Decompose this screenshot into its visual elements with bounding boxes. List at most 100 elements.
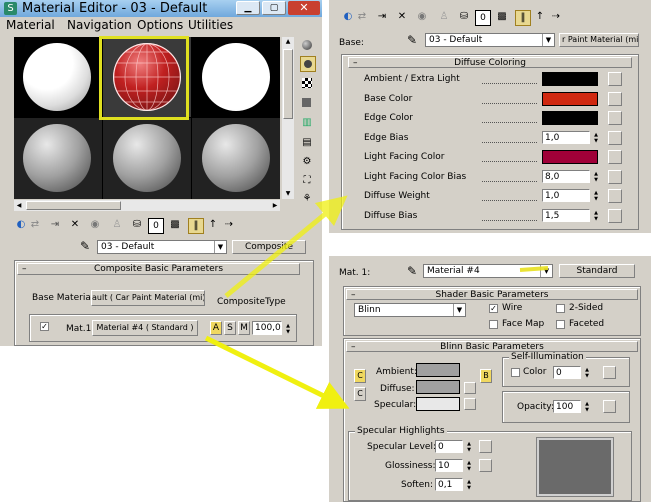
self-illum-map-button[interactable] <box>603 366 616 379</box>
param-map-button[interactable] <box>608 130 622 145</box>
select-by-material-icon[interactable]: ⛶ <box>300 174 314 188</box>
standard-type-button[interactable]: Standard <box>559 264 635 278</box>
get-material-icon[interactable]: ◐ <box>14 218 28 232</box>
get-material-icon[interactable]: ◐ <box>341 10 355 24</box>
param-color-swatch[interactable] <box>542 150 598 164</box>
mat-name-field[interactable]: Material #4 ▼ <box>423 264 553 278</box>
param-map-button[interactable] <box>608 189 622 203</box>
glossiness-value[interactable]: 10 <box>435 459 463 472</box>
param-map-button[interactable] <box>608 91 622 106</box>
spec-level-map-button[interactable] <box>479 440 492 453</box>
go-forward-sibling-icon[interactable]: ⇢ <box>222 218 236 232</box>
spinner-arrows-icon[interactable]: ▲ ▼ <box>465 460 473 472</box>
menu-navigation[interactable]: Navigation <box>67 17 132 33</box>
reset-map-icon[interactable]: ✕ <box>68 218 82 232</box>
minimize-button[interactable]: ▁ <box>236 1 260 15</box>
close-button[interactable]: ✕ <box>288 1 320 15</box>
reset-map-icon[interactable]: ✕ <box>395 10 409 24</box>
param-value-field[interactable]: 1,0 <box>542 189 590 202</box>
param-value-field[interactable]: 1,0 <box>542 130 590 144</box>
car-paint-type-button[interactable]: r Paint Material (mi) <box>559 33 639 47</box>
scroll-down-arrow[interactable]: ▼ <box>282 189 294 199</box>
opacity-map-button[interactable] <box>603 400 616 413</box>
lock-ambient-diffuse-button[interactable]: C <box>354 369 366 383</box>
background-checker-icon[interactable] <box>302 78 312 88</box>
menu-options[interactable]: Options <box>137 17 183 33</box>
go-to-parent-icon[interactable]: ↑ <box>533 10 547 24</box>
self-illum-value[interactable]: 0 <box>553 366 581 379</box>
glossiness-map-button[interactable] <box>479 459 492 472</box>
spinner-arrows-icon[interactable]: ▲ ▼ <box>592 171 600 183</box>
show-map-icon[interactable]: ▩ <box>168 218 182 232</box>
material-id-icon[interactable]: 0 <box>148 218 164 234</box>
mat1-button[interactable]: Material #4 ( Standard ) <box>92 320 198 336</box>
sample-slot-5[interactable] <box>103 118 191 199</box>
spinner-arrows-icon[interactable]: ▲ ▼ <box>592 132 600 144</box>
pick-material-icon[interactable]: ✎ <box>80 240 90 252</box>
spec-level-value[interactable]: 0 <box>435 440 463 453</box>
face-map-checkbox[interactable] <box>489 320 498 329</box>
specular-map-button[interactable] <box>464 398 476 410</box>
shader-dropdown[interactable]: Blinn ▼ <box>354 303 466 317</box>
param-color-swatch[interactable] <box>542 72 598 86</box>
diffuse-swatch[interactable] <box>416 380 460 394</box>
material-type-button[interactable]: Composite <box>232 240 306 254</box>
blinn-params-header[interactable]: – Blinn Basic Parameters <box>346 341 638 352</box>
make-unique-icon[interactable]: ♙ <box>437 10 451 24</box>
vertical-scrollbar[interactable]: ▲ ▼ <box>282 37 294 199</box>
copy-material-icon[interactable]: ◉ <box>415 10 429 24</box>
base-name-field[interactable]: 03 - Default ▼ <box>425 33 555 47</box>
h-scroll-thumb[interactable] <box>26 201 121 210</box>
sample-slot-6[interactable] <box>192 118 280 199</box>
shader-params-header[interactable]: – Shader Basic Parameters <box>346 289 638 300</box>
make-preview-icon[interactable]: ▤ <box>300 136 314 150</box>
param-map-button[interactable] <box>608 150 622 164</box>
menu-utilities[interactable]: Utilities <box>188 17 233 33</box>
go-to-parent-icon[interactable]: ↑ <box>206 218 220 232</box>
sample-slot-1[interactable] <box>14 37 102 117</box>
mat1-checkbox[interactable]: ✓ <box>40 322 49 331</box>
put-to-library-icon[interactable]: ⛁ <box>457 10 471 24</box>
chevron-down-icon[interactable]: ▼ <box>542 34 554 46</box>
faceted-checkbox[interactable] <box>556 320 565 329</box>
options-icon[interactable]: ⚙ <box>300 155 314 169</box>
chevron-down-icon[interactable]: ▼ <box>214 241 226 253</box>
backlight-icon[interactable] <box>300 56 316 72</box>
ambient-swatch[interactable] <box>416 363 460 377</box>
param-color-swatch[interactable] <box>542 91 598 106</box>
chevron-down-icon[interactable]: ▼ <box>540 265 552 277</box>
mode-a-button[interactable]: A <box>210 321 222 335</box>
assign-to-selection-icon[interactable]: ⇥ <box>375 10 389 24</box>
param-map-button[interactable] <box>608 169 622 184</box>
param-map-button[interactable] <box>608 208 622 223</box>
mode-s-button[interactable]: S <box>224 321 236 335</box>
spinner-arrows-icon[interactable]: ▲ ▼ <box>592 210 600 222</box>
diffuse-map-button[interactable] <box>464 382 476 394</box>
soften-value[interactable]: 0,1 <box>435 478 463 491</box>
specular-swatch[interactable] <box>416 397 460 411</box>
menu-material[interactable]: Material <box>6 17 55 33</box>
scroll-left-arrow[interactable]: ◀ <box>14 200 24 211</box>
chevron-down-icon[interactable]: ▼ <box>453 304 465 316</box>
make-unique-icon[interactable]: ♙ <box>110 218 124 232</box>
scroll-up-arrow[interactable]: ▲ <box>282 37 294 47</box>
copy-material-icon[interactable]: ◉ <box>88 218 102 232</box>
video-color-check-icon[interactable]: ▥ <box>300 116 314 130</box>
base-material-button[interactable]: ault ( Car Paint Material (mi) ) <box>91 290 205 306</box>
param-value-field[interactable]: 8,0 <box>542 169 590 183</box>
sample-slot-4[interactable] <box>14 118 102 199</box>
spinner-arrows-icon[interactable]: ▲ ▼ <box>583 367 591 379</box>
diffuse-coloring-header[interactable]: – Diffuse Coloring <box>348 57 632 68</box>
show-map-icon[interactable]: ▩ <box>495 10 509 24</box>
scroll-thumb[interactable] <box>283 49 293 119</box>
show-end-result-icon[interactable]: ‖ <box>188 218 204 234</box>
spinner-arrows-icon[interactable]: ▲ ▼ <box>465 441 473 453</box>
sample-uv-tiling-icon[interactable] <box>300 96 314 110</box>
wire-checkbox[interactable]: ✓ <box>489 304 498 313</box>
assign-to-selection-icon[interactable]: ⇥ <box>48 218 62 232</box>
param-value-field[interactable]: 1,5 <box>542 208 590 222</box>
material-id-icon[interactable]: 0 <box>475 10 491 26</box>
two-sided-checkbox[interactable] <box>556 304 565 313</box>
scroll-right-arrow[interactable]: ▶ <box>270 200 280 211</box>
material-navigator-icon[interactable]: ⚘ <box>300 192 314 206</box>
